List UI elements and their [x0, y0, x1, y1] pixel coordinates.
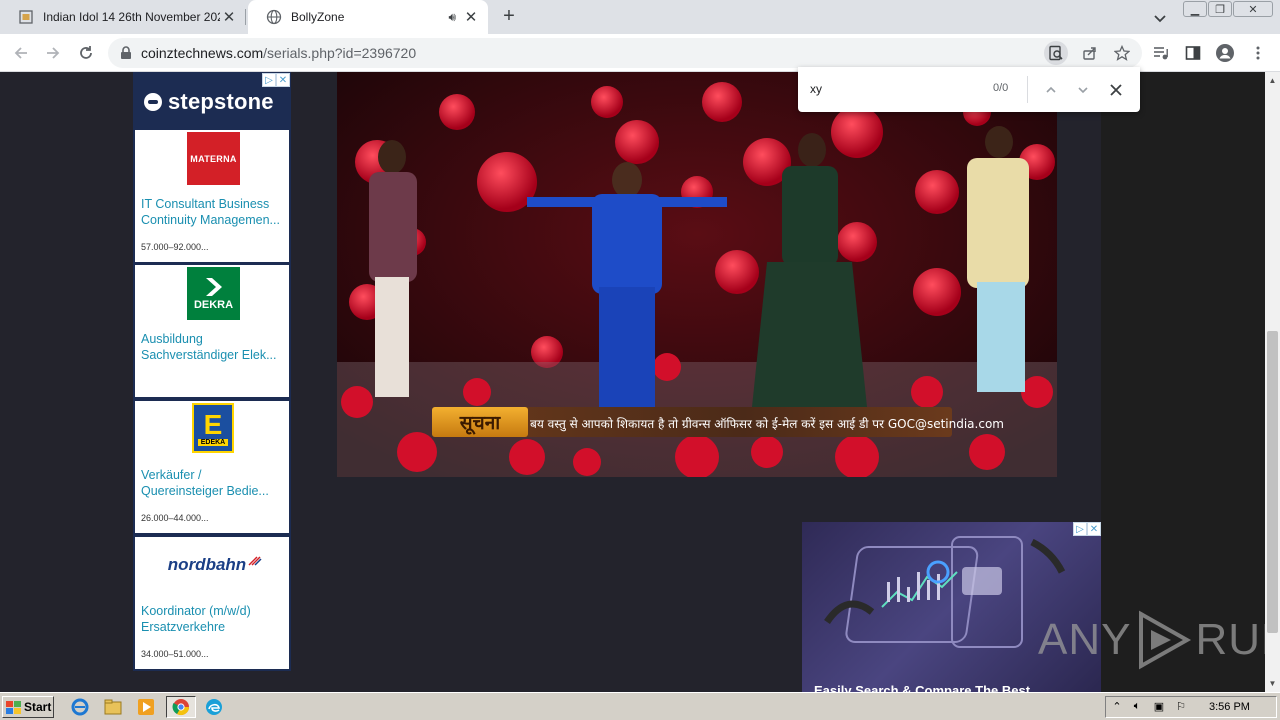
media-control-icon[interactable]	[1149, 41, 1173, 65]
file-explorer-icon[interactable]	[101, 696, 125, 718]
scroll-down-arrow-icon[interactable]: ▼	[1268, 679, 1277, 688]
find-bar: 0/0	[798, 67, 1140, 112]
file-icon	[19, 10, 33, 24]
tab-close-icon[interactable]: ✕	[462, 8, 480, 26]
tray-expand-icon[interactable]: ⌃	[1109, 700, 1125, 716]
tab-bollyzone[interactable]: BollyZone 🔊︎ ✕	[248, 0, 488, 34]
dekra-logo: DEKRA	[187, 267, 240, 320]
side-panel-icon[interactable]	[1181, 41, 1205, 65]
job-card-edeka[interactable]: E EDEKA Verkäufer / Quereinsteiger Bedie…	[135, 401, 289, 533]
job-card-materna[interactable]: MATERNA IT Consultant Business Continuit…	[135, 130, 289, 262]
edge-icon[interactable]	[202, 696, 226, 718]
job-card-nordbahn[interactable]: nordbahn Koordinator (m/w/d) Ersatzverke…	[135, 537, 289, 669]
job-card-dekra[interactable]: DEKRA Ausbildung Sachverständiger Elek..…	[135, 265, 289, 397]
ad-header: stepstone ▷ ✕	[134, 73, 290, 129]
chevron-down-icon[interactable]	[1150, 8, 1170, 28]
ticker-label: सूचना	[432, 407, 528, 437]
find-close-icon[interactable]	[1104, 78, 1128, 102]
scroll-up-arrow-icon[interactable]: ▲	[1268, 76, 1277, 85]
find-input[interactable]	[810, 79, 980, 99]
play-triangle-icon	[1139, 610, 1192, 670]
forward-arrow-icon[interactable]	[41, 41, 65, 65]
job-title[interactable]: Koordinator (m/w/d) Ersatzverkehre	[141, 603, 287, 635]
globe-icon	[266, 9, 282, 25]
start-button[interactable]: Start	[2, 696, 54, 718]
tab-indian-idol[interactable]: Indian Idol 14 26th November 2023 Vid ✕	[0, 0, 246, 34]
back-arrow-icon[interactable]	[9, 41, 33, 65]
left-job-ad[interactable]: stepstone ▷ ✕ MATERNA IT Consultant Busi…	[133, 72, 291, 671]
stepstone-logo[interactable]: stepstone	[144, 89, 274, 115]
ticker-text: बय वस्तु से आपको शिकायत है तो ग्रीवन्स ऑ…	[530, 417, 1004, 431]
nordbahn-stripes-icon	[248, 556, 262, 566]
page-viewport: stepstone ▷ ✕ MATERNA IT Consultant Busi…	[0, 72, 1265, 692]
scroll-thumb[interactable]	[1267, 331, 1278, 633]
materna-logo: MATERNA	[187, 132, 240, 185]
tab-title: BollyZone	[291, 10, 345, 24]
video-ticker: सूचना बय वस्तु से आपको शिकायत है तो ग्री…	[432, 407, 1004, 437]
kebab-menu-icon[interactable]	[1246, 41, 1270, 65]
volume-icon[interactable]: 🔈︎	[1129, 700, 1145, 716]
chrome-taskbar-icon[interactable]	[166, 696, 196, 718]
ad-close-icon[interactable]: ✕	[1087, 522, 1101, 536]
share-icon[interactable]	[1078, 41, 1102, 65]
media-player-icon[interactable]	[134, 696, 158, 718]
edeka-e-icon: E	[203, 408, 223, 440]
speaker-icon[interactable]: 🔊︎	[448, 10, 456, 25]
find-previous-chevron-up-icon[interactable]	[1039, 78, 1063, 102]
job-salary: 57.000–92.000...	[141, 242, 209, 252]
lock-icon[interactable]	[120, 46, 132, 60]
edeka-logo: E EDEKA	[192, 403, 234, 453]
job-salary: 34.000–51.000...	[141, 649, 209, 659]
profile-avatar-icon[interactable]	[1213, 41, 1237, 65]
restore-icon[interactable]: ❐	[1208, 1, 1232, 17]
find-in-page-icon[interactable]	[1044, 41, 1068, 65]
system-tray: ⌃ 🔈︎ ▣ ⚐ 3:56 PM	[1105, 696, 1277, 718]
tab-strip: Indian Idol 14 26th November 2023 Vid ✕ …	[0, 0, 1280, 34]
url-text[interactable]: coinztechnews.com/serials.php?id=2396720	[141, 45, 416, 61]
ad-caption[interactable]: Easily Search & Compare The Best	[814, 683, 1030, 692]
page-right-gutter	[1101, 72, 1265, 692]
dekra-mark-icon	[205, 277, 222, 296]
network-icon[interactable]: ▣	[1151, 700, 1167, 716]
minimize-icon[interactable]: ▁	[1183, 1, 1207, 17]
ad-close-icon[interactable]: ✕	[276, 73, 290, 87]
taskbar-clock[interactable]: 3:56 PM	[1209, 701, 1250, 713]
ad-choices[interactable]: ▷ ✕	[1073, 522, 1101, 536]
nordbahn-logo: nordbahn	[155, 547, 275, 583]
internet-explorer-icon[interactable]	[68, 696, 92, 718]
action-center-flag-icon[interactable]: ⚐	[1173, 700, 1189, 716]
adchoices-icon[interactable]: ▷	[1073, 522, 1087, 536]
adchoices-icon[interactable]: ▷	[262, 73, 276, 87]
ad-choices[interactable]: ▷ ✕	[262, 73, 290, 87]
find-next-chevron-down-icon[interactable]	[1071, 78, 1095, 102]
tab-close-icon[interactable]: ✕	[220, 8, 238, 26]
windows-taskbar: Start ⌃ 🔈︎ ▣ ⚐ 3:56 PM	[0, 692, 1280, 720]
job-title[interactable]: Ausbildung Sachverständiger Elek...	[141, 331, 287, 363]
video-player[interactable]: सूचना बय वस्तु से आपको शिकायत है तो ग्री…	[337, 72, 1057, 477]
find-divider	[1027, 76, 1028, 103]
tab-title: Indian Idol 14 26th November 2023 Vid	[43, 10, 220, 24]
windows-flag-icon	[6, 700, 21, 714]
new-tab-plus-icon[interactable]: +	[498, 6, 520, 28]
bookmark-star-icon[interactable]	[1110, 41, 1134, 65]
stepstone-mark-icon	[144, 93, 162, 111]
job-salary: 26.000–44.000...	[141, 513, 209, 523]
page-scrollbar[interactable]: ▲ ▼	[1265, 72, 1280, 692]
address-bar[interactable]: coinztechnews.com/serials.php?id=2396720	[108, 38, 1142, 68]
job-title[interactable]: Verkäufer / Quereinsteiger Bedie...	[141, 467, 287, 499]
job-title[interactable]: IT Consultant Business Continuity Manage…	[141, 196, 287, 228]
find-count: 0/0	[993, 82, 1009, 94]
window-close-icon[interactable]: ✕	[1233, 1, 1273, 17]
anyrun-watermark: ANY RUN	[1038, 610, 1265, 670]
reload-icon[interactable]	[74, 41, 98, 65]
